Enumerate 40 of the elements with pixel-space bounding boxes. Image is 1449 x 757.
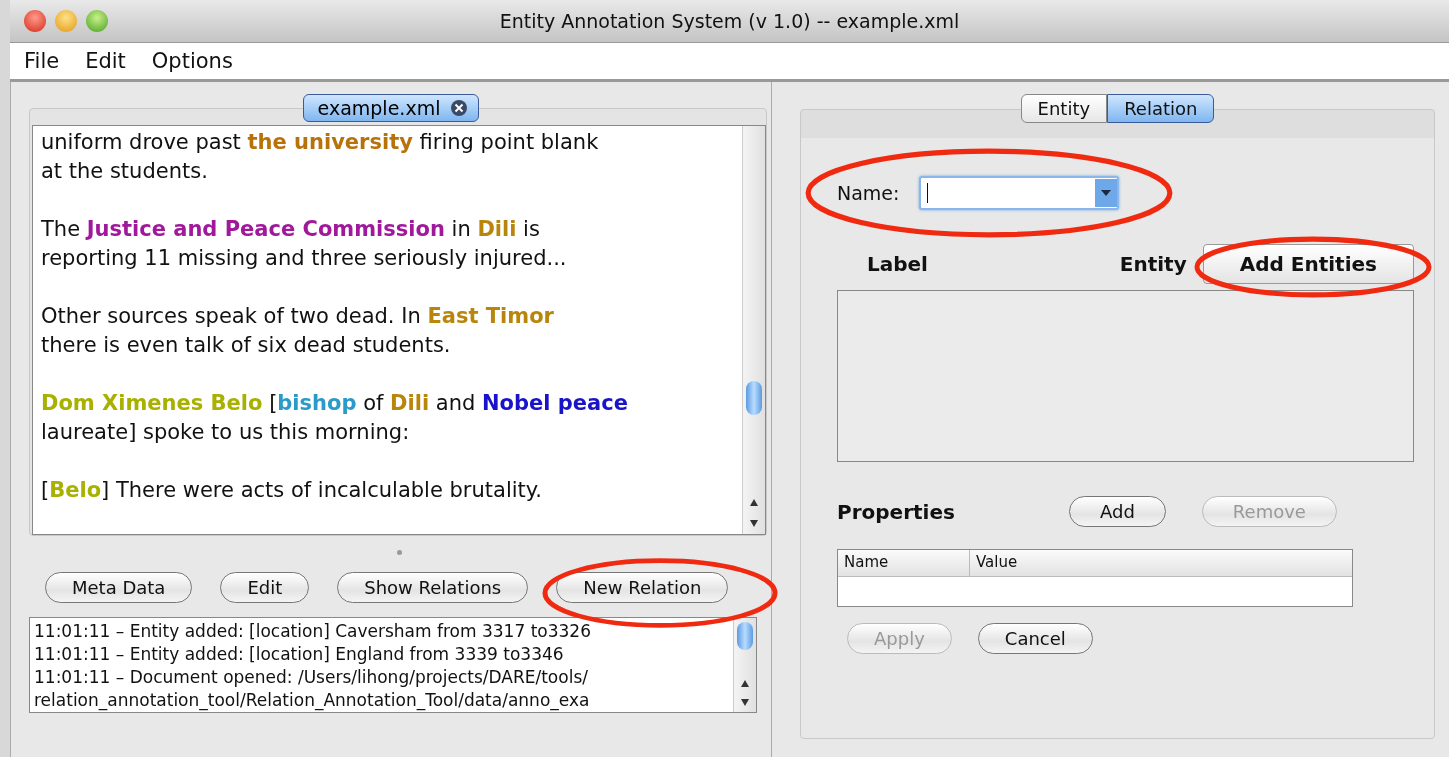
text-line: Other sources speak of two dead. In East Timor xyxy=(41,303,555,330)
property-button[interactable]: Add xyxy=(1069,496,1166,527)
log-line: 11:01:11 – Document opened: /Users/lihong/projects/DARE/tools/ xyxy=(34,666,589,689)
text-line: The Justice and Peace Commission in Dili is xyxy=(41,216,541,243)
document-tab[interactable]: example.xml xyxy=(302,94,480,122)
scroll-thumb[interactable] xyxy=(746,381,762,415)
action-button[interactable]: Show Relations xyxy=(337,571,529,603)
splitter-handle[interactable] xyxy=(397,550,402,555)
log-line: 11:01:11 – Entity added: [location] England from 3339 to3346 xyxy=(34,643,565,666)
text-line: uniform drove past the university firing point blank xyxy=(41,129,600,156)
action-button[interactable]: New Relation xyxy=(556,571,729,603)
menu-item[interactable]: File xyxy=(24,49,60,73)
add-entities-button[interactable]: Add Entities xyxy=(1202,244,1414,284)
scroll-thumb[interactable] xyxy=(737,622,753,650)
tab[interactable]: Relation xyxy=(1107,94,1215,123)
menu-item[interactable]: Edit xyxy=(85,49,126,73)
action-button[interactable]: Edit xyxy=(220,571,310,603)
text-line: there is even talk of six dead students. xyxy=(41,332,452,359)
text-line: reporting 11 missing and three seriously injured... xyxy=(41,245,568,272)
text-line: Dom Ximenes Belo [bishop of Dili and Nobel peace xyxy=(41,390,629,417)
name-label: Name: xyxy=(837,182,900,204)
close-icon[interactable] xyxy=(450,99,469,117)
log-line: relation_annotation_tool/Relation_Annotation_Tool/data/anno_exa xyxy=(34,689,591,712)
scroll-bar[interactable] xyxy=(733,618,756,712)
properties-label: Properties xyxy=(837,499,956,524)
column-header[interactable]: Value xyxy=(970,550,1024,576)
entity-header: Entity xyxy=(1119,252,1187,276)
column-header[interactable]: Name xyxy=(838,550,970,576)
zoom-icon[interactable] xyxy=(86,10,108,32)
window-title: Entity Annotation System (v 1.0) -- example.xml xyxy=(498,10,961,32)
label-header: Label xyxy=(867,252,928,276)
log-line: 11:01:11 – Entity added: [location] Caversham from 3317 to3326 xyxy=(34,620,592,643)
menu-item[interactable]: Options xyxy=(151,49,233,73)
tab[interactable]: Entity xyxy=(1020,94,1108,123)
text-line: at the students. xyxy=(41,158,209,185)
text-line: [Belo] There were acts of incalculable brutality. xyxy=(41,477,543,504)
scroll-bar[interactable] xyxy=(742,126,765,534)
action-button[interactable]: Cancel xyxy=(977,623,1093,654)
action-button[interactable]: Meta Data xyxy=(45,571,193,603)
text-line: laureate] spoke to us this morning: xyxy=(41,419,411,446)
